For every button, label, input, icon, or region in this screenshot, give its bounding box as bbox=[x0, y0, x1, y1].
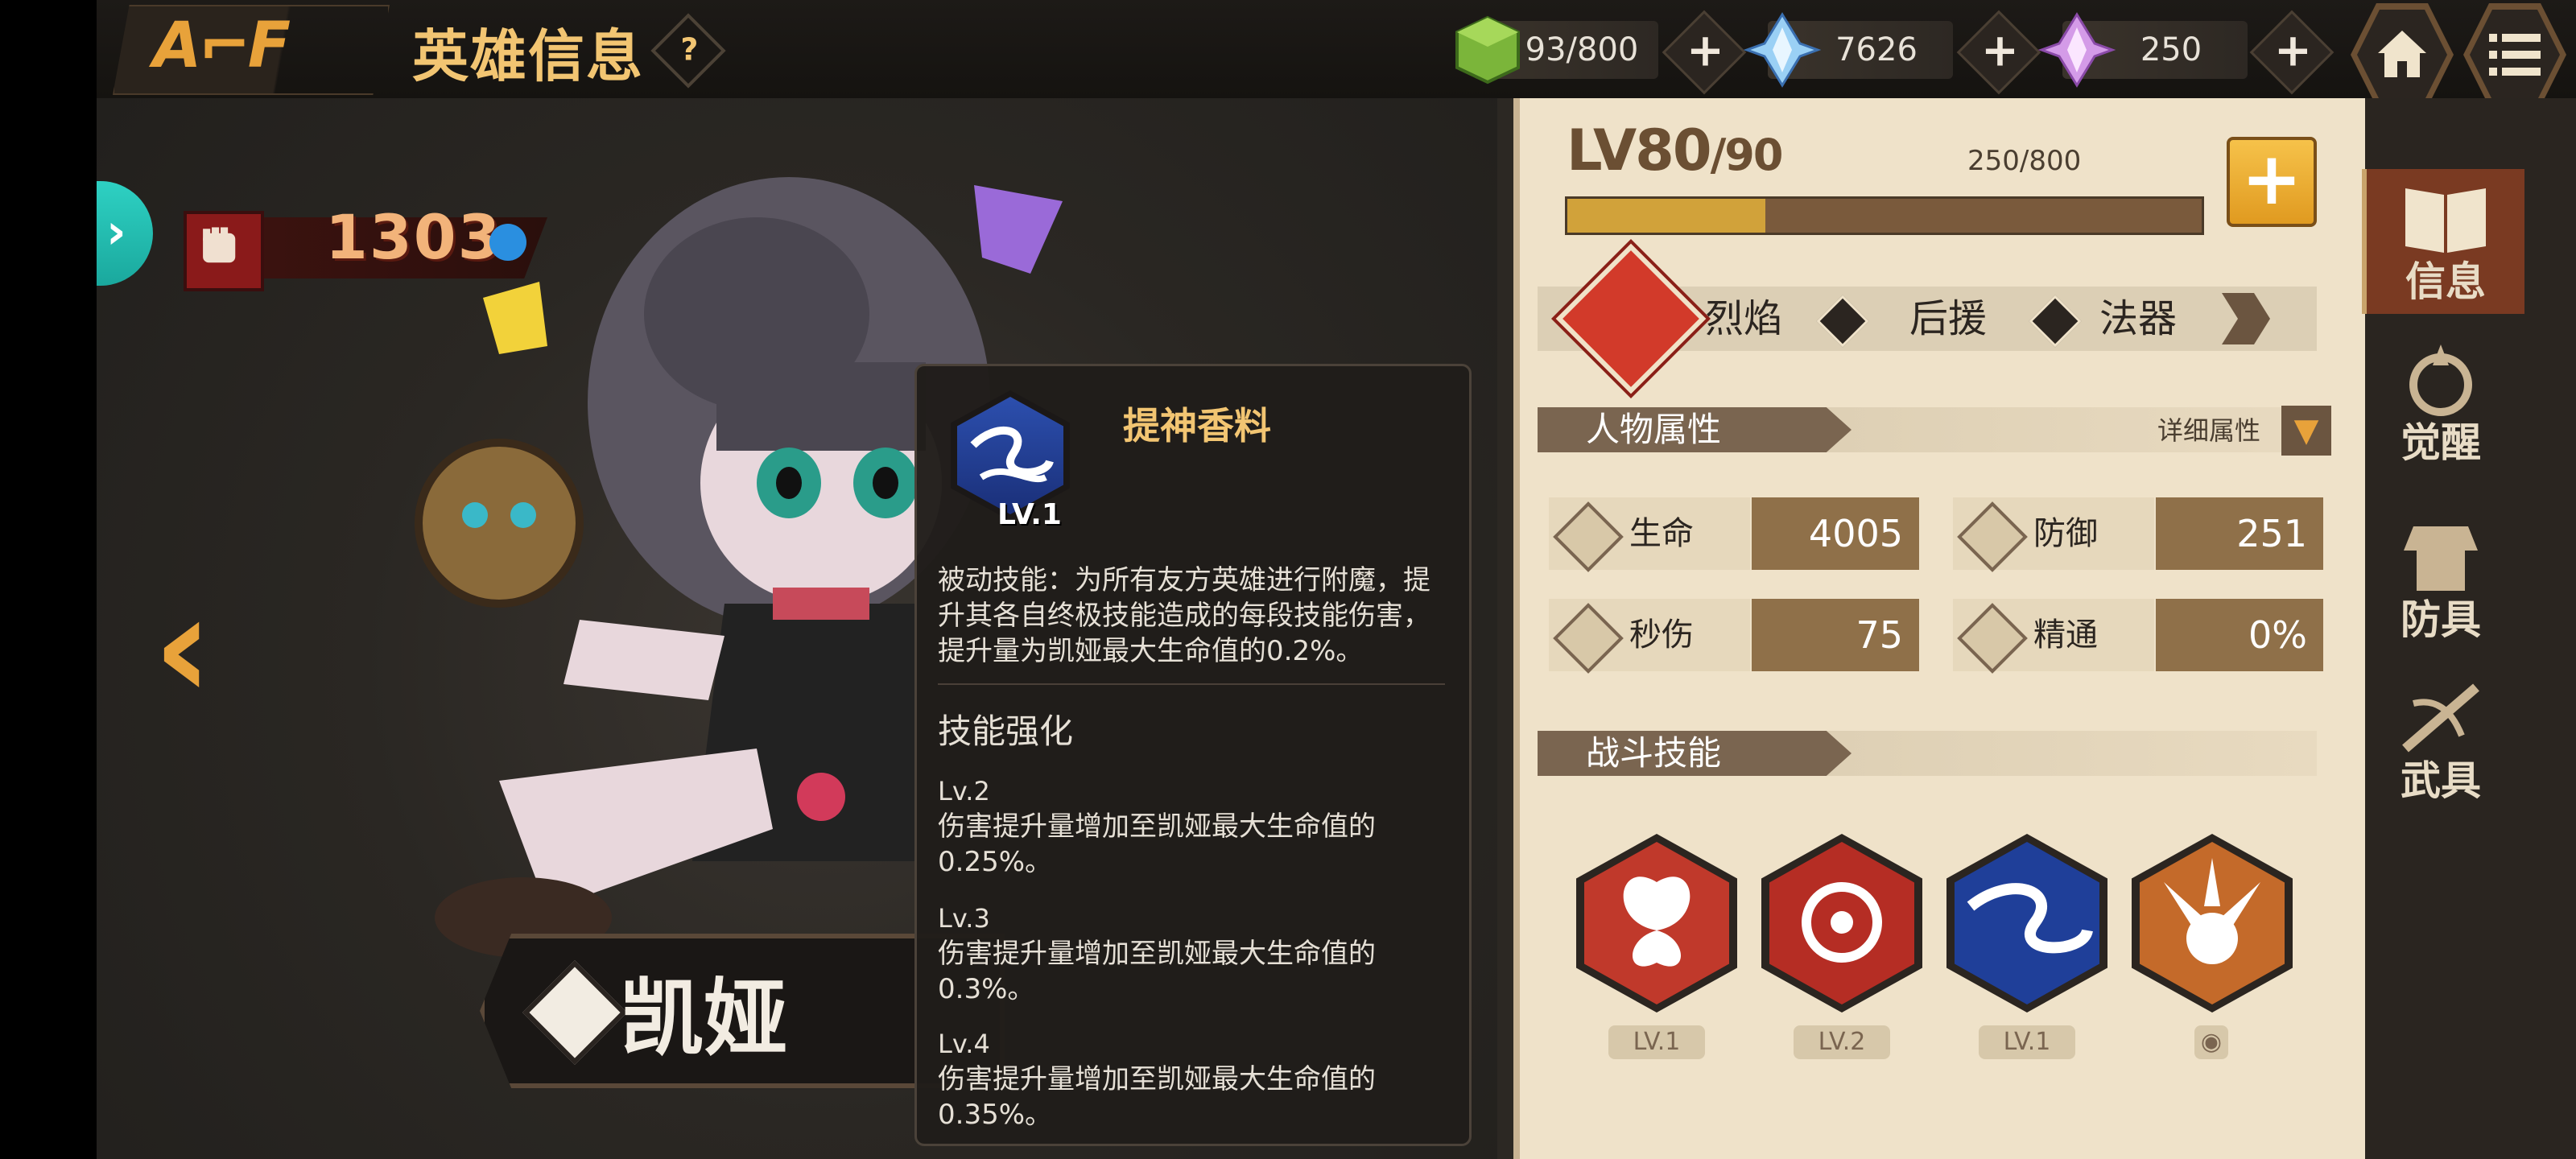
upgrade-text: 伤害提升量增加至凯娅最大生命值的0.25%。 bbox=[938, 810, 1376, 878]
stat-mastery: 精通 0% bbox=[1953, 599, 2323, 674]
page-title: 英雄信息 bbox=[412, 23, 644, 89]
tab-awaken[interactable]: 觉醒 bbox=[2362, 330, 2520, 475]
fist-icon bbox=[184, 211, 264, 291]
hero-name: 凯娅 bbox=[620, 969, 788, 1067]
stat-defense: 防御 251 bbox=[1953, 497, 2323, 572]
upgrade-text: 伤害提升量增加至凯娅最大生命值的0.3%。 bbox=[938, 938, 1376, 1005]
tag-weapon: 法器 bbox=[2099, 296, 2178, 341]
skill-level-3: LV.1 bbox=[1979, 1025, 2075, 1059]
burst-skill-icon bbox=[2140, 842, 2285, 1004]
tab-weapon[interactable]: 武具 bbox=[2362, 668, 2520, 813]
chevron-right-icon bbox=[2222, 293, 2270, 344]
crossbow-icon bbox=[2402, 683, 2479, 753]
tab-armor[interactable]: 防具 bbox=[2362, 507, 2520, 652]
previous-hero-button[interactable]: ‹ bbox=[153, 563, 213, 732]
divider bbox=[938, 683, 1445, 685]
skill-level-2: LV.2 bbox=[1794, 1025, 1890, 1059]
gem-counter: 250 bbox=[2038, 12, 2248, 88]
detail-attributes-label[interactable]: 详细属性 bbox=[2157, 410, 2260, 448]
gem-value: 250 bbox=[2140, 31, 2202, 68]
skill-name: 提神香料 bbox=[1123, 404, 1271, 448]
skill-level: LV.1 bbox=[997, 498, 1062, 531]
tab-info[interactable]: 信息 bbox=[2362, 169, 2524, 314]
stat-hp: 生命 4005 bbox=[1549, 497, 1919, 572]
upgrade-level: Lv.3 bbox=[938, 903, 990, 934]
upgrade-text: 伤害提升量增加至凯娅最大生命值的0.35%。 bbox=[938, 1063, 1376, 1131]
book-icon bbox=[2405, 188, 2486, 253]
detail-expand-button[interactable]: ▼ bbox=[2281, 406, 2331, 456]
crystal-value: 7626 bbox=[1835, 31, 1918, 68]
exp-progress-bar bbox=[1565, 196, 2204, 235]
upgrade-level: Lv.4 bbox=[938, 1029, 990, 1059]
game-logo: A⌐F bbox=[153, 10, 291, 82]
censer-skill-icon bbox=[1769, 842, 1914, 1004]
skill-tooltip: LV.1 提神香料 被动技能：为所有友方英雄进行附魔，提升其各自终极技能造成的每… bbox=[914, 364, 1472, 1146]
combat-power: 1303 bbox=[325, 201, 502, 273]
exp-progress-fill bbox=[1567, 199, 1766, 233]
exp-text: 250/800 bbox=[1967, 145, 2082, 177]
menu-icon bbox=[2489, 34, 2541, 76]
stat-dps: 秒伤 75 bbox=[1549, 599, 1919, 674]
mood-icon bbox=[489, 224, 526, 261]
upgrade-level: Lv.2 bbox=[938, 776, 990, 806]
stamina-value: 93/800 bbox=[1525, 31, 1639, 68]
skill-level-1: LV.1 bbox=[1608, 1025, 1705, 1059]
crystal-counter: 7626 bbox=[1744, 12, 1953, 88]
awaken-crest-icon bbox=[2409, 344, 2472, 416]
skill-description: 被动技能：为所有友方英雄进行附魔，提升其各自终极技能造成的每段技能伤害，提升量为… bbox=[938, 564, 1430, 667]
skill-lock-indicator: ◉ bbox=[2194, 1025, 2228, 1059]
incense-swirl-icon bbox=[1955, 842, 2099, 1004]
tag-role: 后援 bbox=[1909, 296, 1988, 341]
skills-header: 战斗技能 bbox=[1538, 731, 2317, 776]
chevron-down-icon: ▼ bbox=[2293, 412, 2319, 449]
hero-level: LV80/90 bbox=[1567, 118, 1783, 184]
chevron-right-icon: › bbox=[106, 204, 126, 260]
stamina-counter: 93/800 bbox=[1455, 15, 1658, 85]
butterfly-skill-icon bbox=[1584, 842, 1729, 1004]
armor-icon bbox=[2404, 526, 2478, 591]
enhance-title: 技能强化 bbox=[938, 711, 1074, 751]
home-icon bbox=[2378, 31, 2426, 77]
tag-element: 烈焰 bbox=[1705, 296, 1783, 341]
level-up-button[interactable]: + bbox=[2227, 137, 2317, 227]
